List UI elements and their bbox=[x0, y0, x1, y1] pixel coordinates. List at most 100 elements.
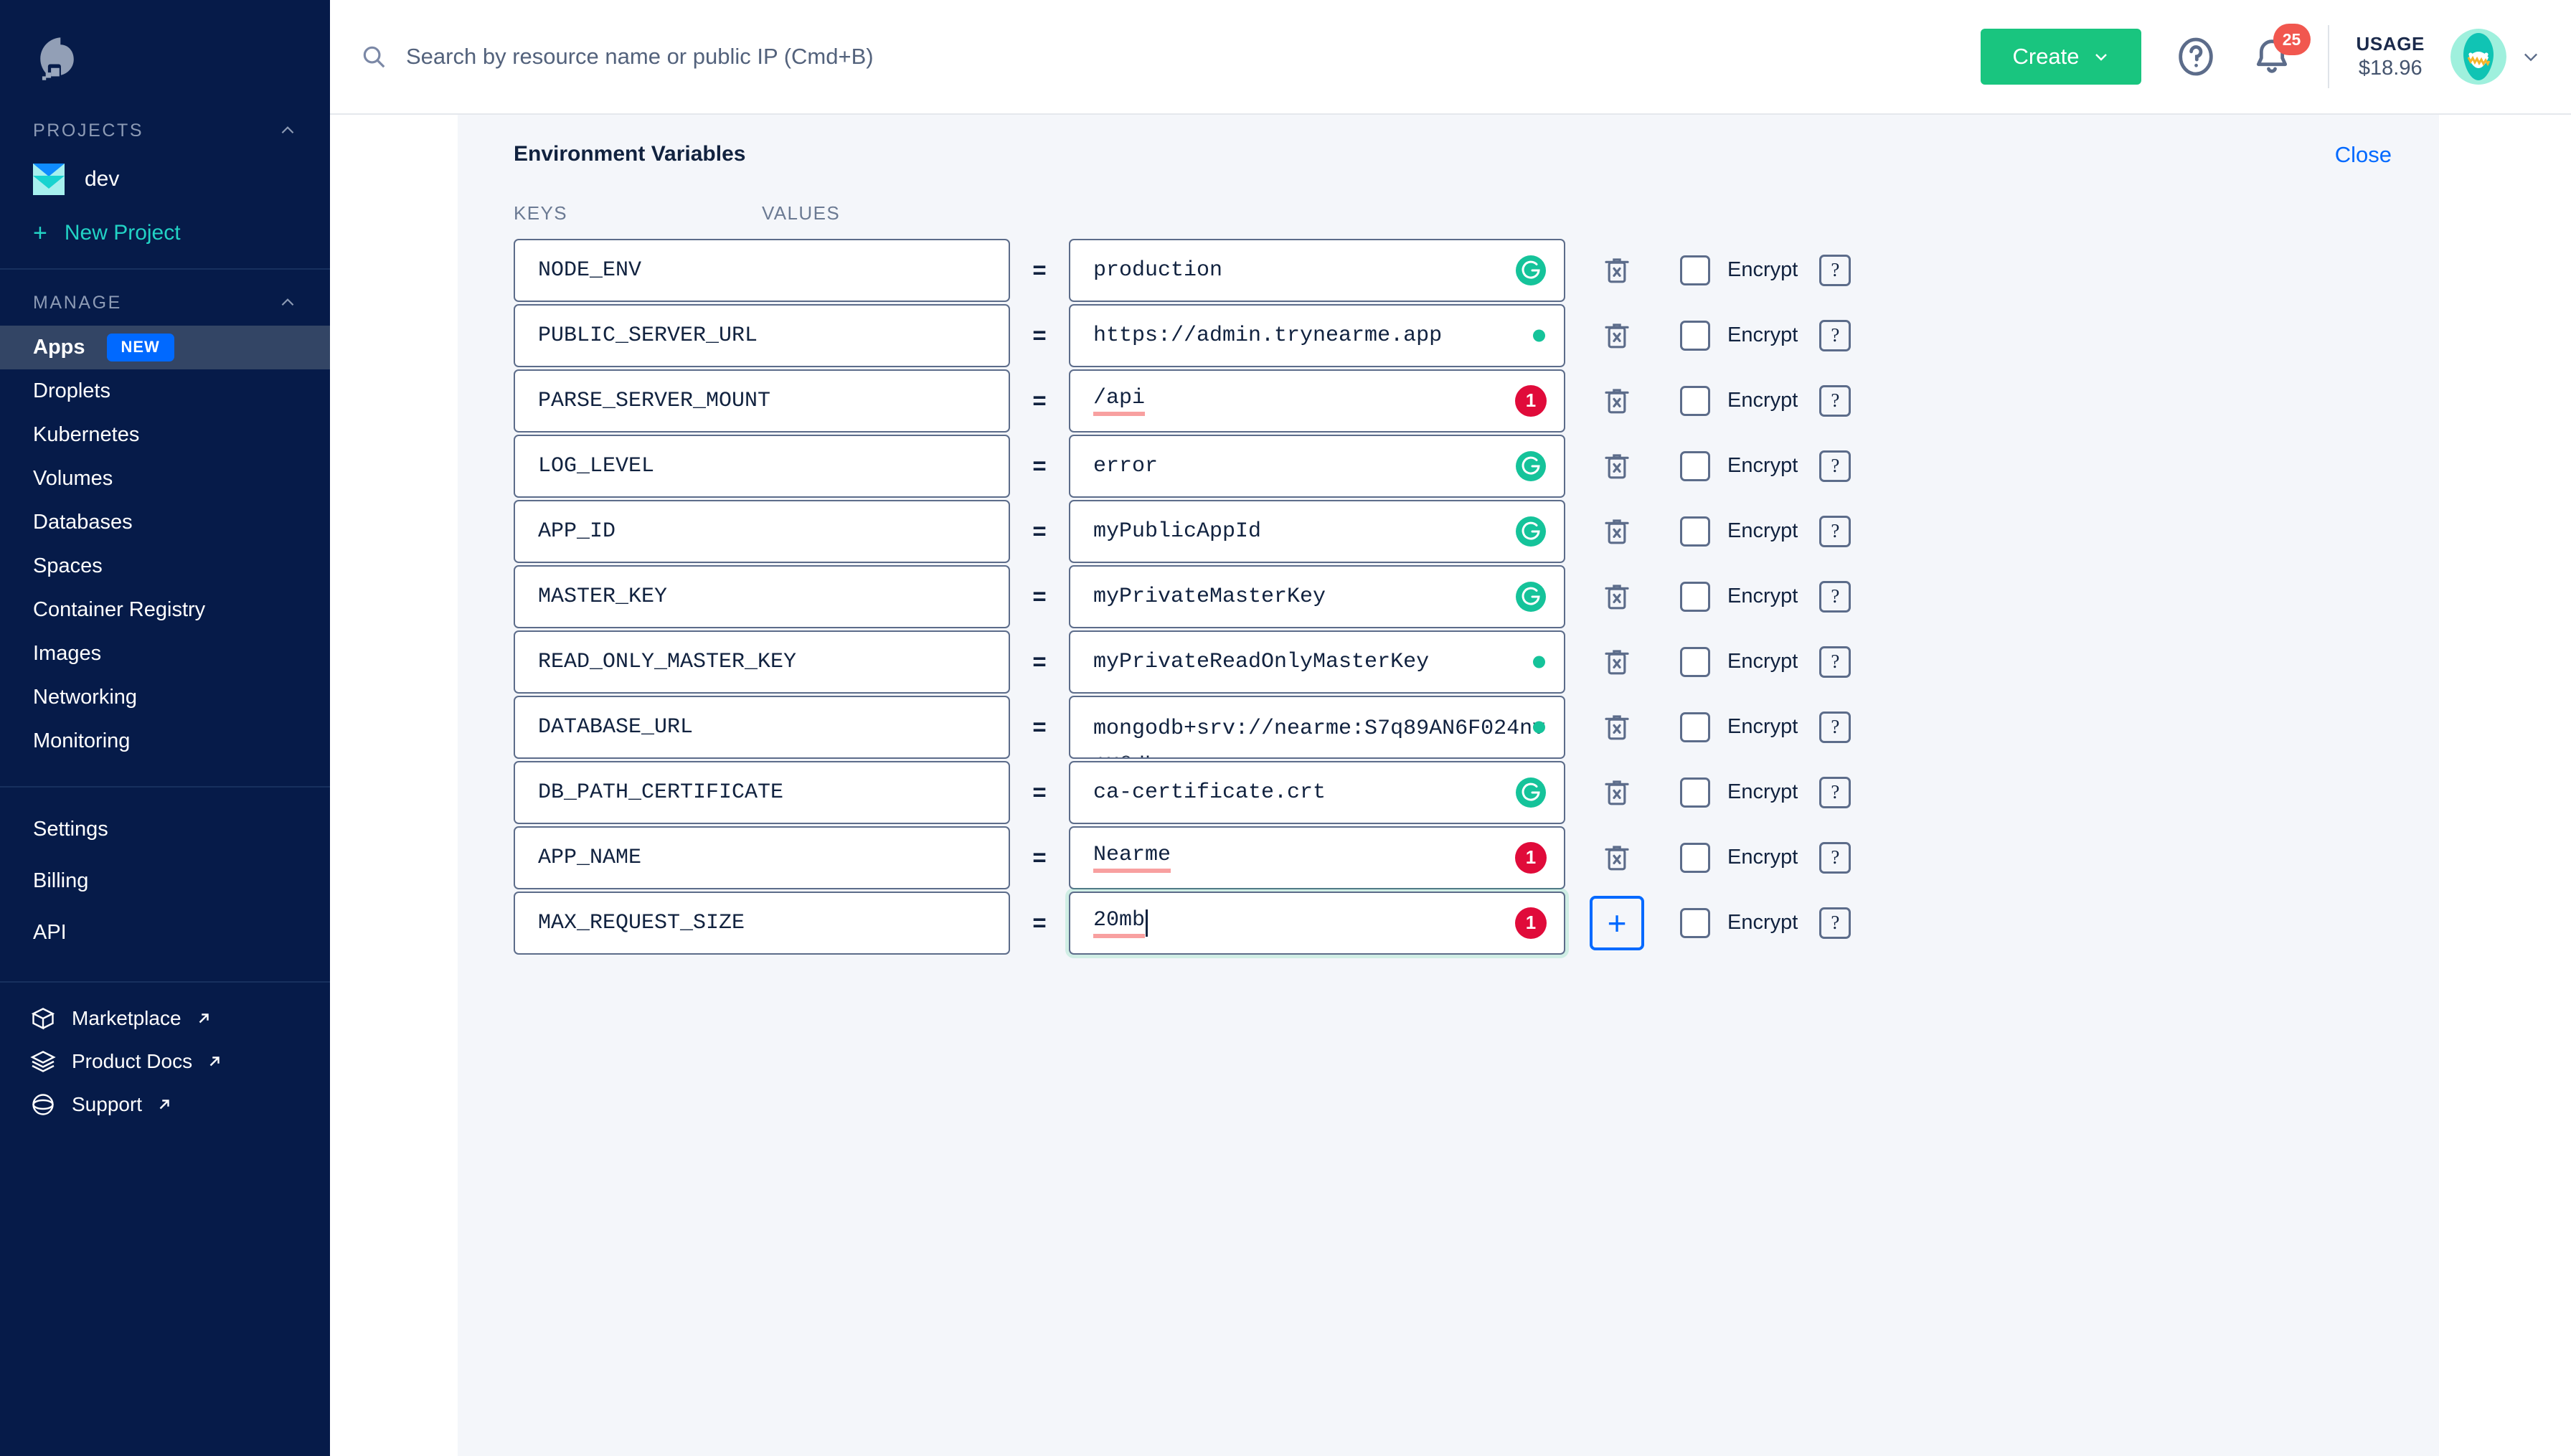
sidebar-item-droplets[interactable]: Droplets bbox=[0, 369, 330, 413]
env-key-input[interactable]: APP_ID bbox=[514, 499, 1010, 563]
env-key-input[interactable]: MAX_REQUEST_SIZE bbox=[514, 891, 1010, 955]
sidebar-item-volumes[interactable]: Volumes bbox=[0, 457, 330, 501]
sidebar-item-databases[interactable]: Databases bbox=[0, 501, 330, 544]
delete-variable-button[interactable] bbox=[1590, 255, 1644, 286]
sidebar-item-monitoring[interactable]: Monitoring bbox=[0, 719, 330, 763]
env-value-input[interactable]: myPrivateReadOnlyMasterKey bbox=[1069, 630, 1565, 694]
encrypt-help-icon[interactable]: ? bbox=[1819, 384, 1851, 417]
sidebar-item-api[interactable]: API bbox=[0, 907, 330, 958]
search-icon bbox=[363, 46, 385, 68]
grammarly-icon[interactable] bbox=[1515, 581, 1547, 613]
sidebar-item-container-registry[interactable]: Container Registry bbox=[0, 588, 330, 632]
encrypt-help-icon[interactable]: ? bbox=[1819, 776, 1851, 808]
env-value-input[interactable]: https://admin.trynearme.app bbox=[1069, 303, 1565, 367]
env-value-input[interactable]: 20mb 1 bbox=[1069, 891, 1565, 955]
env-value-input[interactable]: myPublicAppId bbox=[1069, 499, 1565, 563]
encrypt-checkbox[interactable] bbox=[1680, 581, 1710, 612]
env-value-input[interactable]: mongodb+srv://nearme:S7q89AN6F024nv1U@db… bbox=[1069, 695, 1565, 759]
grammarly-dot-icon[interactable] bbox=[1533, 329, 1545, 341]
sidebar-item-apps[interactable]: Apps NEW bbox=[0, 326, 330, 369]
delete-variable-button[interactable] bbox=[1590, 450, 1644, 482]
chevron-up-icon[interactable] bbox=[278, 293, 297, 312]
env-key-input[interactable]: READ_ONLY_MASTER_KEY bbox=[514, 630, 1010, 694]
encrypt-help-icon[interactable]: ? bbox=[1819, 841, 1851, 874]
sidebar-section-projects[interactable]: PROJECTS bbox=[0, 108, 330, 153]
delete-variable-button[interactable] bbox=[1590, 385, 1644, 417]
sidebar-item-spaces[interactable]: Spaces bbox=[0, 544, 330, 588]
sidebar-item-support[interactable]: Support bbox=[0, 1083, 330, 1126]
encrypt-checkbox[interactable] bbox=[1680, 385, 1710, 416]
sidebar-item-networking[interactable]: Networking bbox=[0, 676, 330, 719]
notifications-button[interactable]: 25 bbox=[2249, 24, 2311, 80]
sidebar-item-kubernetes[interactable]: Kubernetes bbox=[0, 413, 330, 457]
sidebar-item-marketplace[interactable]: Marketplace bbox=[0, 997, 330, 1040]
env-value-input[interactable]: myPrivateMasterKey bbox=[1069, 564, 1565, 628]
sidebar-item-product-docs[interactable]: Product Docs bbox=[0, 1040, 330, 1083]
delete-variable-button[interactable] bbox=[1590, 712, 1644, 743]
env-key-input[interactable]: LOG_LEVEL bbox=[514, 434, 1010, 498]
search-input[interactable] bbox=[406, 44, 1267, 70]
encrypt-help-icon[interactable]: ? bbox=[1819, 580, 1851, 613]
env-value-input[interactable]: error bbox=[1069, 434, 1565, 498]
encrypt-help-icon[interactable]: ? bbox=[1819, 319, 1851, 351]
env-key-input[interactable]: MASTER_KEY bbox=[514, 564, 1010, 628]
account-menu[interactable] bbox=[2450, 29, 2541, 85]
grammarly-issue-count-badge[interactable]: 1 bbox=[1515, 841, 1547, 874]
grammarly-issue-count-badge[interactable]: 1 bbox=[1515, 907, 1547, 939]
delete-variable-button[interactable] bbox=[1590, 646, 1644, 678]
encrypt-checkbox[interactable] bbox=[1680, 646, 1710, 677]
encrypt-help-icon[interactable]: ? bbox=[1819, 450, 1851, 482]
encrypt-help-icon[interactable]: ? bbox=[1819, 254, 1851, 286]
env-value-input[interactable]: ca-certificate.crt bbox=[1069, 760, 1565, 824]
sidebar-item-project-dev[interactable]: dev bbox=[0, 153, 330, 205]
env-key-input[interactable]: PUBLIC_SERVER_URL bbox=[514, 303, 1010, 367]
delete-variable-button[interactable] bbox=[1590, 842, 1644, 874]
content-scroll-region[interactable]: Environment Variables Close KEYS VALUES … bbox=[330, 115, 2571, 1456]
create-button[interactable]: Create bbox=[1981, 29, 2141, 85]
close-button[interactable]: Close bbox=[2335, 142, 2392, 168]
grammarly-icon[interactable] bbox=[1515, 255, 1547, 286]
encrypt-checkbox[interactable] bbox=[1680, 777, 1710, 808]
sidebar-item-images[interactable]: Images bbox=[0, 632, 330, 676]
sidebar-section-manage[interactable]: MANAGE bbox=[0, 280, 330, 326]
encrypt-help-icon[interactable]: ? bbox=[1819, 646, 1851, 678]
encrypt-help-icon[interactable]: ? bbox=[1819, 907, 1851, 939]
env-value-input[interactable]: /api 1 bbox=[1069, 369, 1565, 432]
grammarly-dot-icon[interactable] bbox=[1533, 656, 1545, 668]
encrypt-checkbox[interactable] bbox=[1680, 907, 1710, 938]
grammarly-icon[interactable] bbox=[1515, 777, 1547, 808]
grammarly-icon[interactable] bbox=[1515, 450, 1547, 482]
encrypt-help-icon[interactable]: ? bbox=[1819, 515, 1851, 547]
chevron-down-icon[interactable] bbox=[2521, 47, 2541, 67]
env-value-input[interactable]: Nearme 1 bbox=[1069, 826, 1565, 889]
encrypt-checkbox[interactable] bbox=[1680, 320, 1710, 351]
add-variable-button[interactable]: + bbox=[1590, 895, 1644, 950]
encrypt-checkbox[interactable] bbox=[1680, 516, 1710, 547]
env-key-input[interactable]: DATABASE_URL bbox=[514, 695, 1010, 759]
grammarly-icon[interactable] bbox=[1515, 516, 1547, 547]
delete-variable-button[interactable] bbox=[1590, 516, 1644, 547]
new-project-button[interactable]: + New Project bbox=[0, 205, 330, 261]
encrypt-help-icon[interactable]: ? bbox=[1819, 711, 1851, 743]
encrypt-checkbox[interactable] bbox=[1680, 842, 1710, 873]
grammarly-issue-count-badge[interactable]: 1 bbox=[1515, 384, 1547, 417]
chevron-up-icon[interactable] bbox=[278, 121, 297, 140]
env-key-input[interactable]: APP_NAME bbox=[514, 826, 1010, 889]
env-key-input[interactable]: PARSE_SERVER_MOUNT bbox=[514, 369, 1010, 432]
delete-variable-button[interactable] bbox=[1590, 581, 1644, 613]
encrypt-checkbox[interactable] bbox=[1680, 450, 1710, 481]
sidebar-item-settings[interactable]: Settings bbox=[0, 803, 330, 855]
env-key-input[interactable]: DB_PATH_CERTIFICATE bbox=[514, 760, 1010, 824]
digitalocean-logo-icon[interactable] bbox=[0, 0, 330, 108]
env-key-input[interactable]: NODE_ENV bbox=[514, 238, 1010, 302]
question-circle-icon[interactable] bbox=[2173, 34, 2219, 80]
encrypt-checkbox[interactable] bbox=[1680, 712, 1710, 742]
env-value-input[interactable]: production bbox=[1069, 238, 1565, 302]
delete-variable-button[interactable] bbox=[1590, 777, 1644, 808]
sidebar-item-billing[interactable]: Billing bbox=[0, 855, 330, 907]
encrypt-checkbox[interactable] bbox=[1680, 255, 1710, 285]
grammarly-dot-icon[interactable] bbox=[1533, 721, 1545, 733]
usage-summary[interactable]: USAGE $18.96 bbox=[2357, 32, 2425, 82]
global-search[interactable] bbox=[330, 43, 1981, 70]
delete-variable-button[interactable] bbox=[1590, 320, 1644, 351]
